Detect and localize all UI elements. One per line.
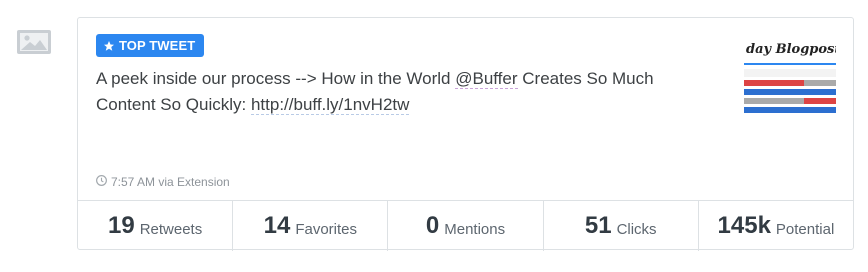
post-thumbnail[interactable]: day Blogpost P (744, 36, 836, 122)
stat-favorites: 14 Favorites (232, 201, 387, 251)
star-icon (103, 40, 115, 52)
top-tweet-badge: TOP TWEET (96, 34, 205, 57)
stat-label: Potential (775, 220, 835, 238)
stat-value: 51 (584, 212, 612, 239)
timestamp: 7:57 AM via Extension (111, 175, 230, 189)
stat-retweets: 19 Retweets (78, 201, 232, 251)
stat-value: 14 (263, 212, 291, 239)
stat-label: Clicks (616, 220, 657, 238)
stat-potential: 145k Potential (697, 201, 853, 251)
post-card: TOP TWEET A peek inside our process --> … (77, 17, 854, 251)
stat-value: 19 (107, 212, 135, 239)
tweet-text: A peek inside our process --> How in the… (96, 66, 696, 118)
stat-label: Retweets (139, 220, 203, 238)
image-placeholder-icon (17, 30, 51, 54)
post-meta: 7:57 AM via Extension (96, 175, 230, 189)
stat-label: Mentions (444, 220, 506, 238)
thumbnail-title: day Blogpost P (746, 42, 836, 57)
badge-label: TOP TWEET (119, 38, 196, 53)
stat-value: 0 (425, 212, 440, 239)
stats-bar: 19 Retweets 14 Favorites 0 Mentions 51 C… (78, 200, 853, 251)
mention-link[interactable]: @Buffer (455, 69, 518, 89)
tweet-text-before: A peek inside our process --> How in the… (96, 69, 456, 88)
clock-icon (96, 175, 107, 189)
stat-mentions: 0 Mentions (387, 201, 542, 251)
stat-value: 145k (717, 212, 771, 239)
tweet-link[interactable]: http://buff.ly/1nvH2tw (250, 95, 410, 115)
stat-label: Favorites (295, 220, 357, 238)
stat-clicks: 51 Clicks (542, 201, 698, 251)
